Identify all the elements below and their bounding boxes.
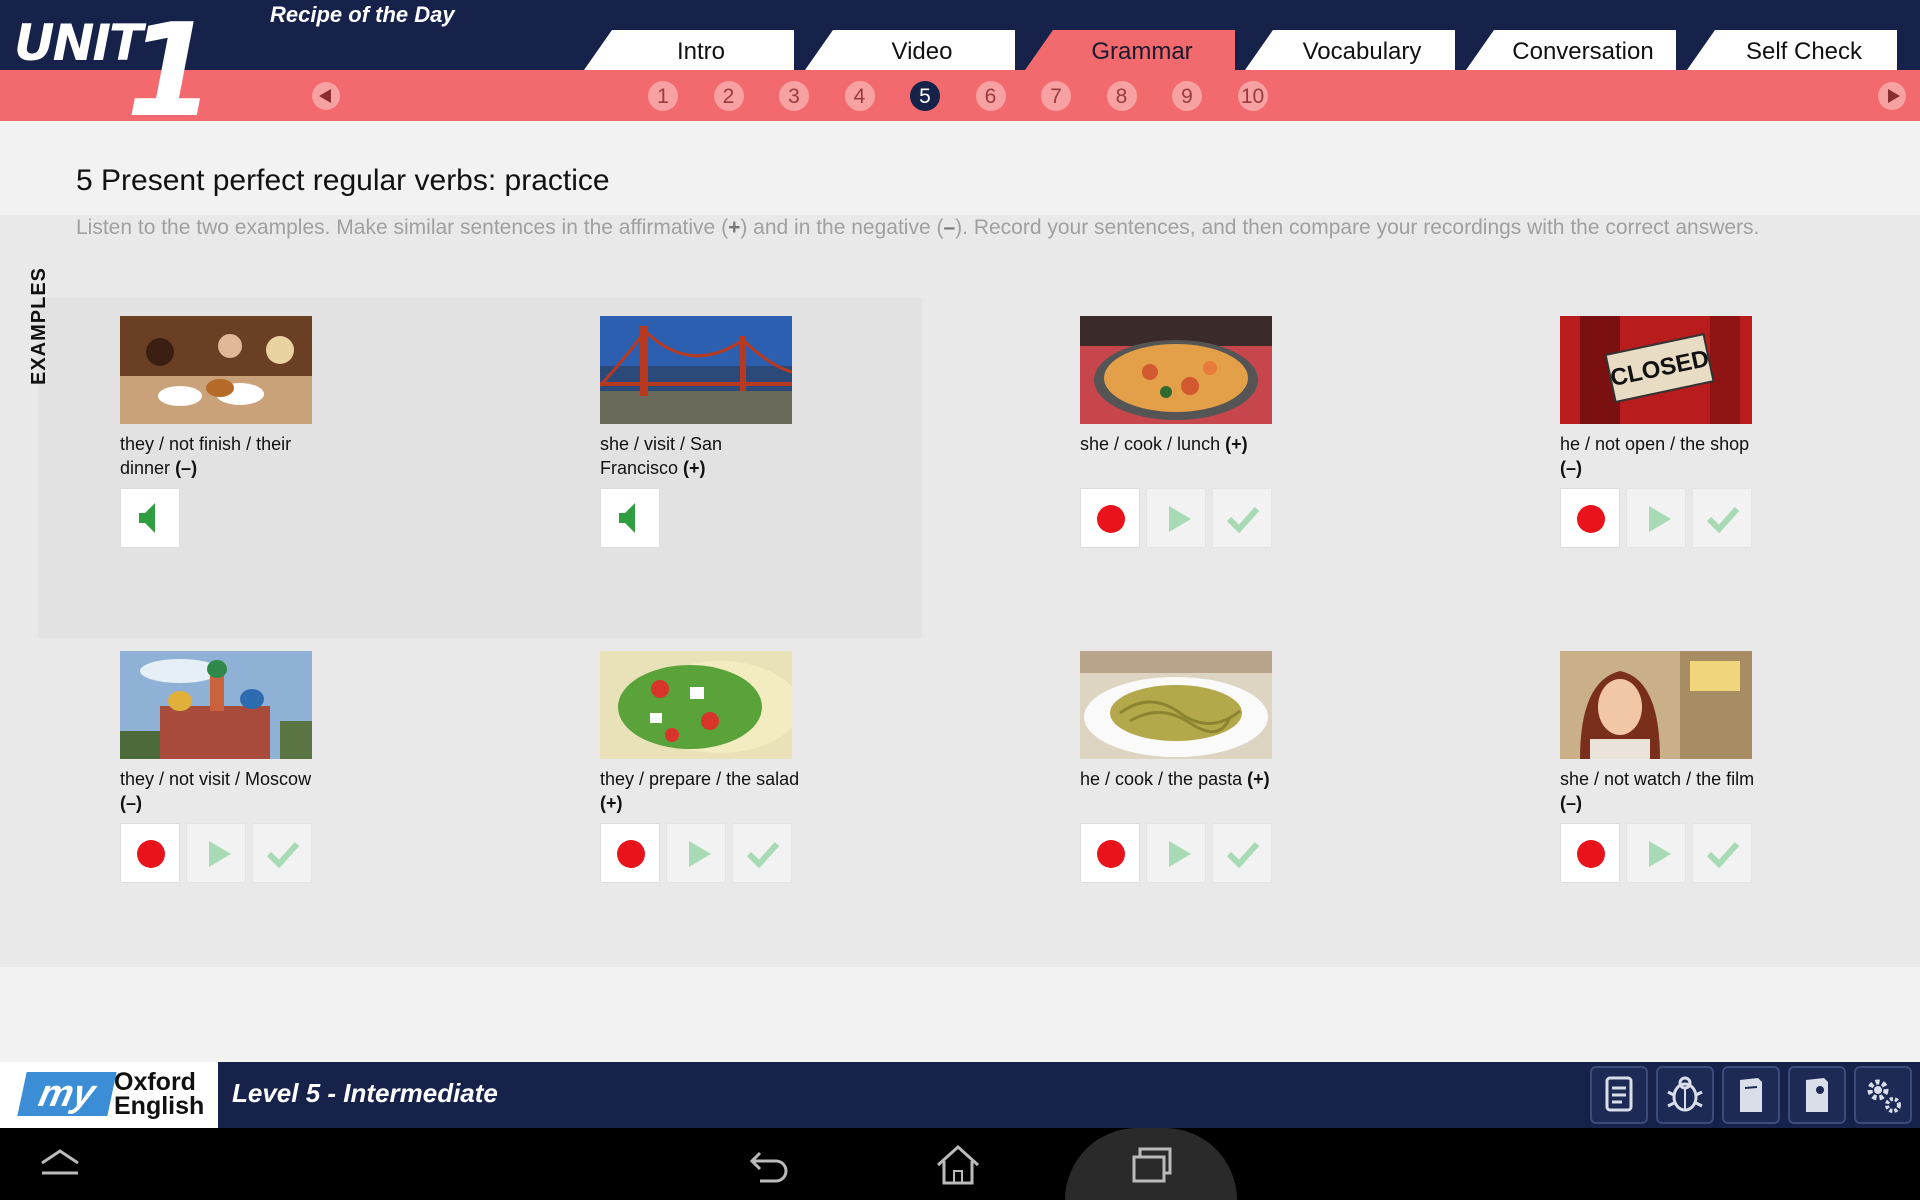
tab-grammar[interactable]: Grammar — [1025, 30, 1235, 70]
paella-image — [1080, 316, 1272, 424]
exercise-title: 5 Present perfect regular verbs: practic… — [76, 164, 610, 197]
woman-cinema-image — [1560, 651, 1752, 759]
check-answer-icon[interactable] — [1692, 488, 1752, 548]
prompt-text: he / cook / the pasta (+) — [1080, 769, 1270, 789]
practice-card: they / prepare / the salad (+) — [600, 651, 900, 883]
card-controls — [1560, 488, 1758, 548]
page-1-button[interactable]: 1 — [648, 81, 678, 111]
back-icon[interactable] — [738, 1135, 798, 1195]
examples-label: EXAMPLES — [28, 266, 50, 385]
play-icon[interactable] — [1626, 823, 1686, 883]
practice-card: they / not visit / Moscow (–) — [120, 651, 420, 883]
page-7-button[interactable]: 7 — [1041, 81, 1071, 111]
home-icon[interactable] — [928, 1135, 988, 1195]
page-pagination: 1 2 3 4 5 6 7 8 9 10 — [648, 81, 1303, 111]
settings-icon[interactable] — [1854, 1066, 1912, 1124]
golden-gate-bridge-image — [598, 316, 793, 424]
page-3-button[interactable]: 3 — [779, 81, 809, 111]
next-page-arrow-icon[interactable] — [1878, 82, 1906, 110]
exercise-instructions: Listen to the two examples. Make similar… — [76, 216, 1760, 239]
family-dinner-image — [120, 316, 312, 424]
page-4-button[interactable]: 4 — [844, 81, 875, 111]
check-answer-icon[interactable] — [1212, 488, 1272, 548]
record-button[interactable] — [1080, 488, 1140, 548]
prompt-text: they / not visit / Moscow (–) — [120, 769, 312, 813]
tab-label: Video — [891, 38, 953, 65]
check-answer-icon[interactable] — [1212, 823, 1272, 883]
prompt-text: they / not finish / their dinner (–) — [120, 434, 292, 478]
tab-vocabulary[interactable]: Vocabulary — [1245, 30, 1455, 70]
logo-my-text: my — [17, 1072, 117, 1116]
recent-apps-icon[interactable] — [1122, 1135, 1182, 1195]
record-button[interactable] — [120, 823, 180, 883]
card-controls — [600, 488, 666, 548]
bug-icon[interactable] — [1656, 1066, 1714, 1124]
speaker-icon[interactable] — [120, 488, 180, 548]
record-button[interactable] — [1560, 488, 1620, 548]
record-button[interactable] — [1560, 823, 1620, 883]
prompt-text: they / prepare / the salad (+) — [600, 769, 800, 813]
page-8-button[interactable]: 8 — [1106, 81, 1137, 111]
play-icon[interactable] — [1146, 823, 1206, 883]
card-controls — [600, 823, 798, 883]
unit-number: 1 — [126, 0, 216, 146]
tab-label: Conversation — [1512, 38, 1654, 65]
prompt-text: she / visit / San Francisco (+) — [600, 434, 723, 478]
card-controls — [120, 488, 186, 548]
tab-label: Intro — [676, 38, 726, 65]
tab-self-check[interactable]: Self Check — [1687, 30, 1897, 70]
document-icon[interactable] — [1590, 1066, 1648, 1124]
tab-label: Self Check — [1745, 38, 1863, 65]
practice-card: she / not watch / the film (–) — [1560, 651, 1860, 883]
example-card: they / not finish / their dinner (–) — [120, 316, 420, 548]
practice-card: CLOSED he / not open / the shop (–) — [1560, 316, 1860, 548]
speaker-icon[interactable] — [600, 488, 660, 548]
unit-label: UNIT — [14, 14, 143, 72]
record-button[interactable] — [600, 823, 660, 883]
card-controls — [1080, 823, 1278, 883]
lesson-title: Recipe of the Day — [270, 2, 455, 27]
tab-intro[interactable]: Intro — [584, 30, 794, 70]
record-button[interactable] — [1080, 823, 1140, 883]
tab-label: Vocabulary — [1302, 38, 1422, 65]
expand-up-icon[interactable] — [30, 1135, 90, 1195]
moscow-cathedral-image — [120, 651, 312, 759]
play-icon[interactable] — [186, 823, 246, 883]
play-icon[interactable] — [1626, 488, 1686, 548]
practice-card: he / cook / the pasta (+) — [1080, 651, 1380, 883]
page-2-button[interactable]: 2 — [713, 81, 744, 111]
check-answer-icon[interactable] — [732, 823, 792, 883]
prompt-text: he / not open / the shop (–) — [1560, 434, 1750, 478]
pasta-image — [1080, 651, 1272, 759]
tab-label: Grammar — [1091, 38, 1193, 65]
practice-card: she / cook / lunch (+) — [1080, 316, 1380, 548]
tab-video[interactable]: Video — [805, 30, 1015, 70]
page-9-button[interactable]: 9 — [1172, 81, 1202, 111]
prompt-text: she / cook / lunch (+) — [1080, 434, 1248, 454]
logo-oxford-text: Oxford English — [114, 1068, 205, 1120]
page-5-button[interactable]: 5 — [910, 81, 940, 111]
card-controls — [120, 823, 318, 883]
content-bottom-spacer — [0, 967, 1920, 1062]
notebook-icon[interactable] — [1722, 1066, 1780, 1124]
play-icon[interactable] — [1146, 488, 1206, 548]
card-controls — [1080, 488, 1278, 548]
tab-conversation[interactable]: Conversation — [1466, 30, 1676, 70]
page-10-button[interactable]: 10 — [1237, 81, 1268, 111]
closed-sign-image: CLOSED — [1560, 316, 1752, 424]
page-6-button[interactable]: 6 — [975, 81, 1006, 111]
check-answer-icon[interactable] — [252, 823, 312, 883]
level-label: Level 5 - Intermediate — [232, 1078, 498, 1108]
prompt-text: she / not watch / the film (–) — [1560, 769, 1755, 813]
example-card: she / visit / San Francisco (+) — [598, 316, 900, 548]
phrasebook-icon[interactable] — [1788, 1066, 1846, 1124]
previous-page-arrow-icon[interactable] — [312, 82, 340, 110]
salad-image — [600, 651, 800, 759]
play-icon[interactable] — [666, 823, 726, 883]
check-answer-icon[interactable] — [1692, 823, 1752, 883]
card-controls — [1560, 823, 1758, 883]
